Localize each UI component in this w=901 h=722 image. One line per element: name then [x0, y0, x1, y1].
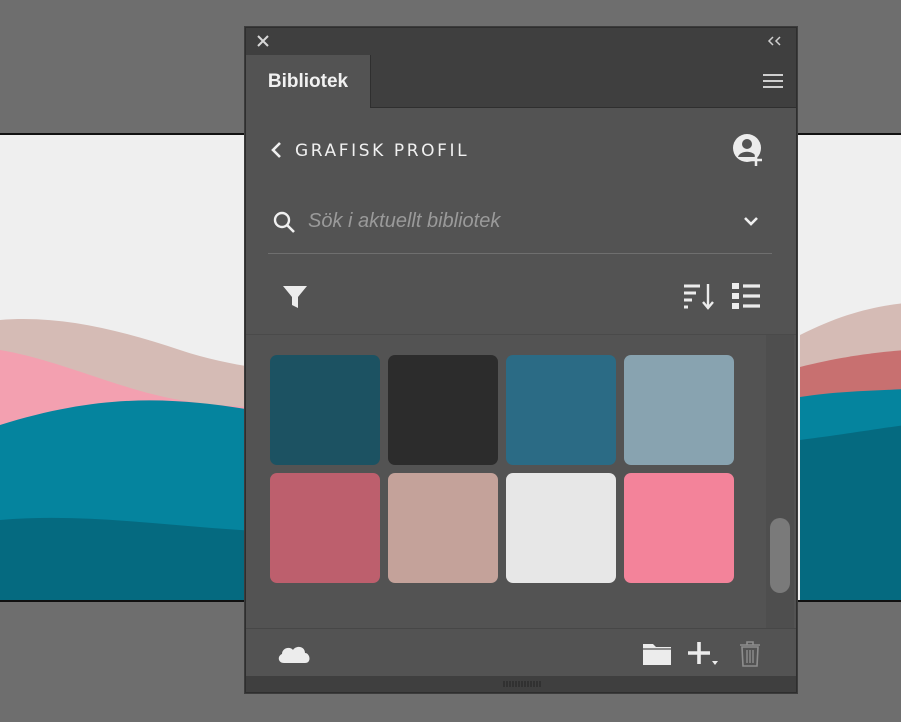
folder-icon[interactable] — [642, 640, 672, 666]
cloud-icon[interactable] — [276, 643, 312, 665]
search-bar — [268, 196, 772, 254]
panel-titlebar — [246, 28, 796, 55]
swatch-grid — [270, 355, 734, 583]
add-icon[interactable] — [686, 640, 720, 668]
libraries-panel: Bibliotek GRAFISK PROFIL — [245, 27, 797, 693]
menu-icon[interactable] — [762, 72, 784, 90]
tab-bar: Bibliotek — [246, 55, 796, 108]
library-title: GRAFISK PROFIL — [295, 141, 470, 161]
color-swatch[interactable] — [506, 355, 616, 465]
search-input[interactable] — [308, 204, 728, 238]
back-icon[interactable] — [270, 141, 282, 159]
color-swatch[interactable] — [624, 355, 734, 465]
color-swatch[interactable] — [506, 473, 616, 583]
library-header: GRAFISK PROFIL — [246, 108, 796, 168]
color-swatch[interactable] — [270, 355, 380, 465]
grip-icon — [503, 681, 541, 687]
color-swatch[interactable] — [270, 473, 380, 583]
color-swatch[interactable] — [388, 355, 498, 465]
resize-handle[interactable] — [246, 676, 796, 692]
close-icon[interactable] — [255, 33, 271, 49]
color-swatch[interactable] — [624, 473, 734, 583]
chevron-down-icon[interactable] — [742, 212, 760, 230]
panel-footer — [246, 628, 796, 676]
library-content — [246, 334, 796, 629]
scrollbar-thumb[interactable] — [770, 518, 790, 593]
toolbar-row — [246, 276, 796, 326]
search-icon — [273, 211, 295, 233]
color-swatch[interactable] — [388, 473, 498, 583]
add-user-icon[interactable] — [731, 132, 767, 168]
trash-icon[interactable] — [738, 640, 762, 667]
filter-icon[interactable] — [282, 284, 308, 310]
collapse-icon[interactable] — [766, 33, 784, 49]
list-view-icon[interactable] — [730, 280, 762, 312]
sort-icon[interactable] — [682, 280, 714, 312]
tab-bibliotek[interactable]: Bibliotek — [246, 55, 371, 108]
